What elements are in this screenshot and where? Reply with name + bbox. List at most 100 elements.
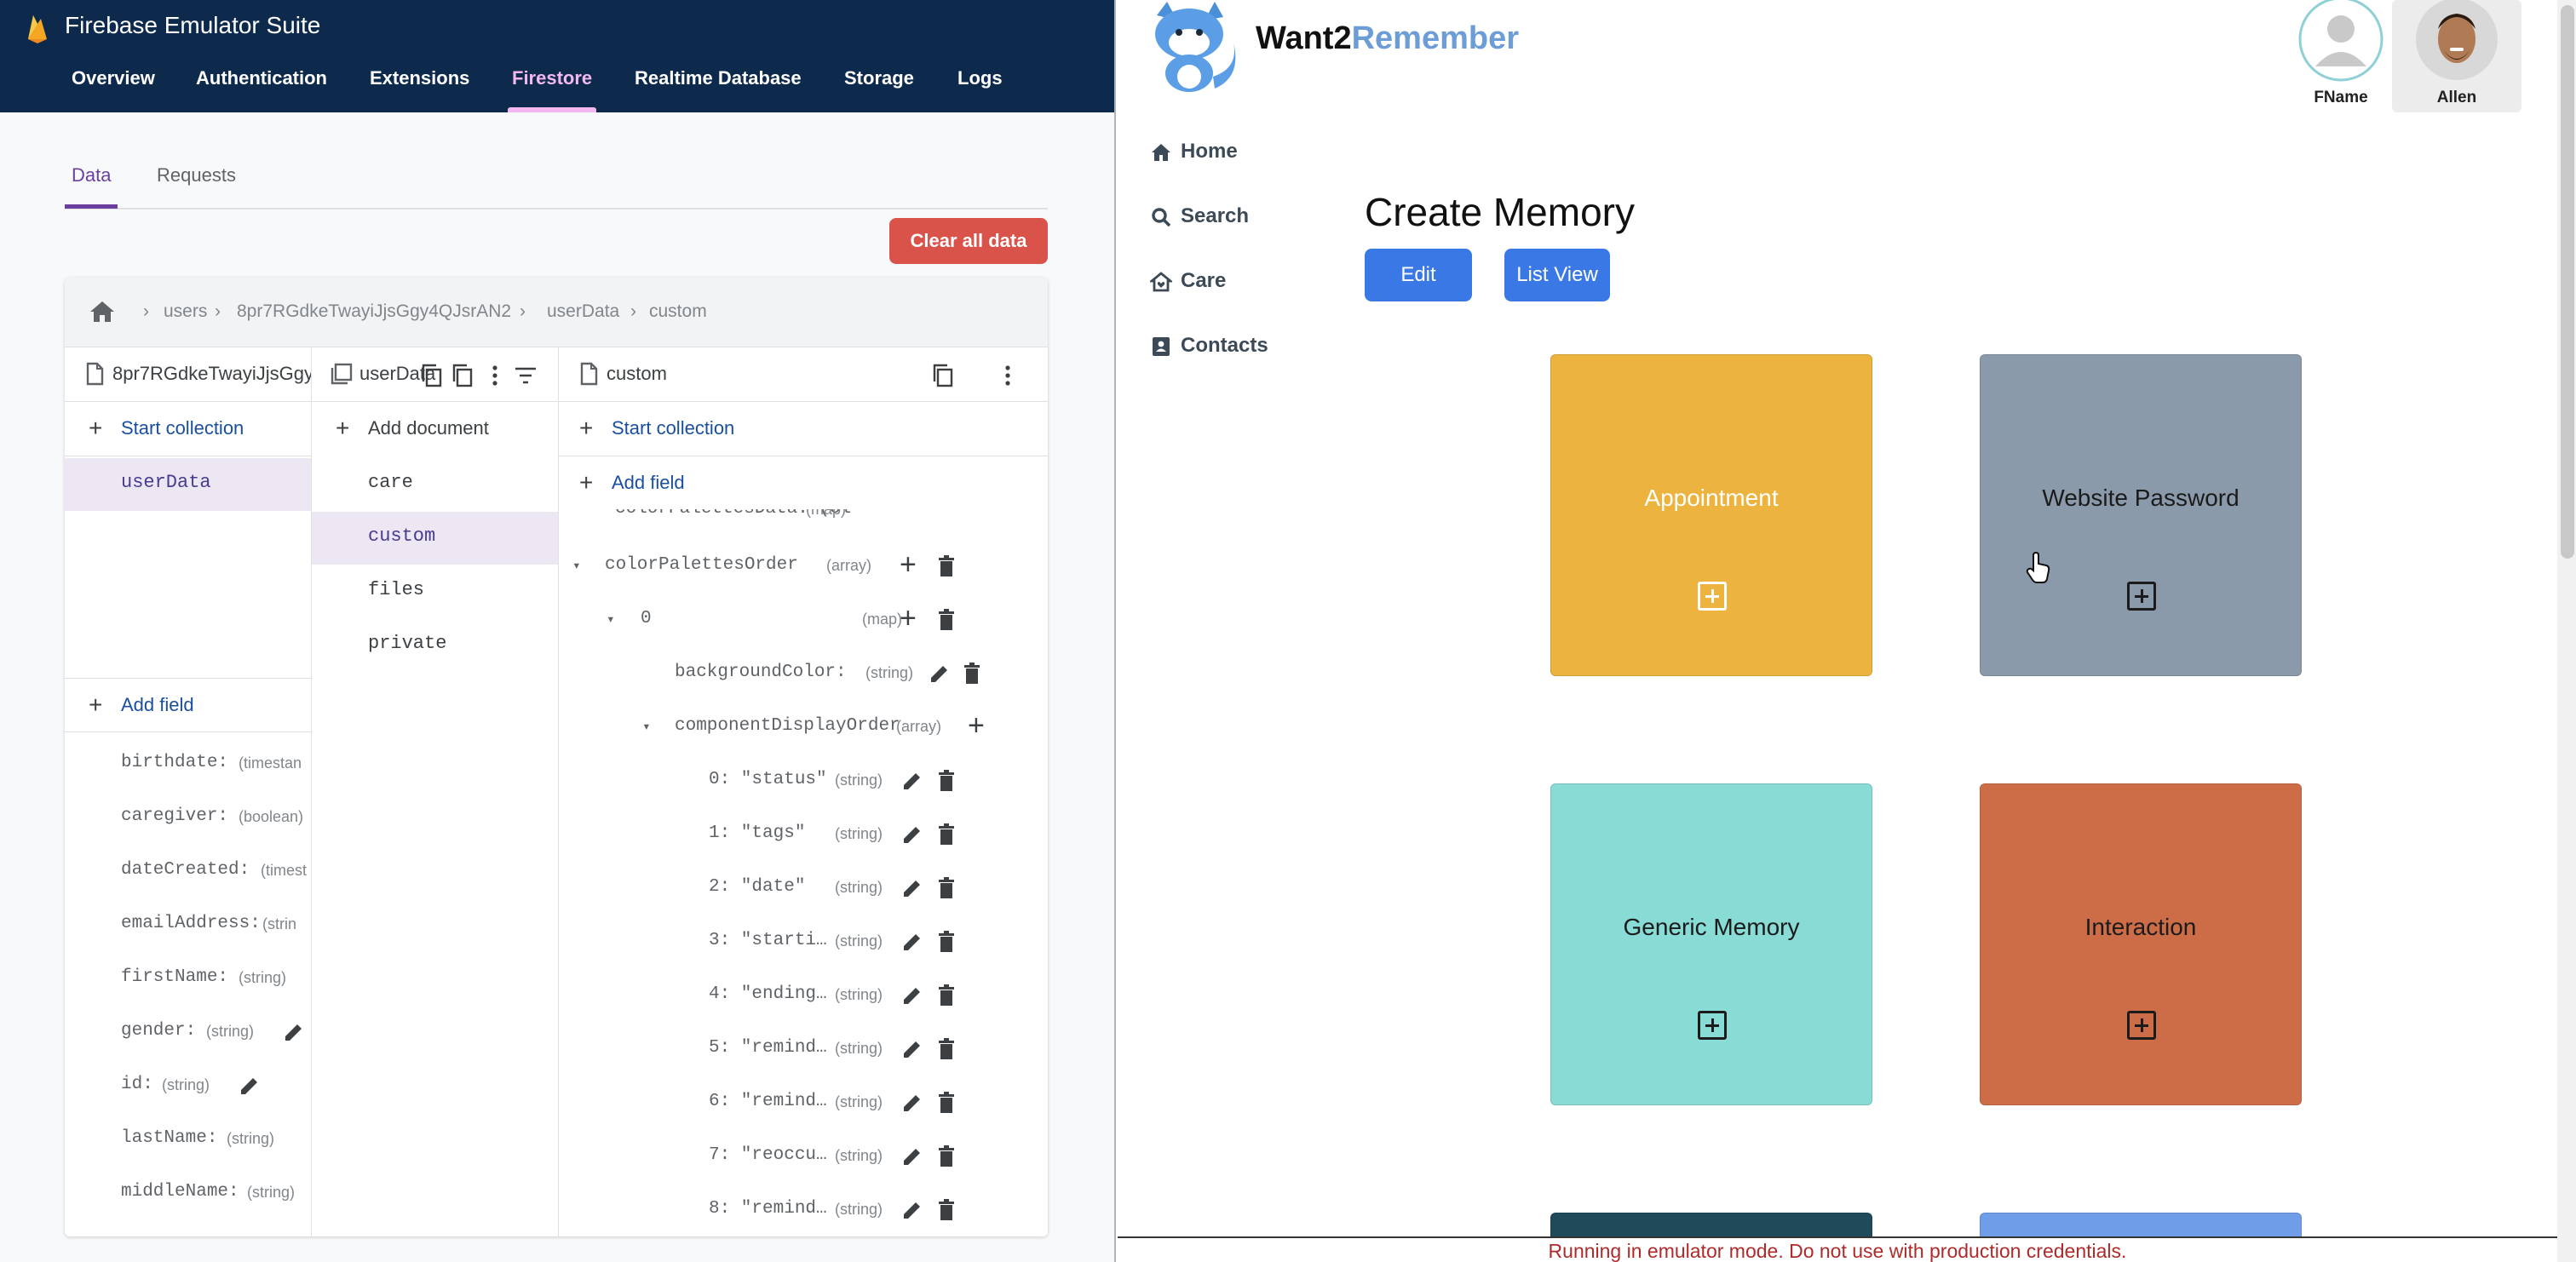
copy-icon[interactable]	[419, 363, 445, 388]
filter-icon[interactable]	[513, 363, 538, 388]
delete-icon[interactable]	[934, 554, 959, 579]
add-icon[interactable]: +	[900, 548, 917, 582]
delete-icon[interactable]	[959, 661, 985, 686]
field-row[interactable]: lastName: (string)	[65, 1113, 311, 1167]
field-row[interactable]: dateCreated: (timest	[65, 845, 311, 898]
field-row[interactable]: ▾ componentDisplayOrder (array) +	[559, 701, 1048, 754]
start-collection-button[interactable]: + Start collection	[65, 402, 311, 456]
edit-icon[interactable]	[900, 1090, 925, 1116]
edit-icon[interactable]	[900, 1144, 925, 1169]
brand-title[interactable]: Want2Remember	[1256, 20, 1519, 57]
breadcrumb-userdata[interactable]: userData	[547, 300, 619, 324]
field-row[interactable]: id: (string)	[65, 1059, 311, 1113]
breadcrumb-users[interactable]: users	[164, 300, 207, 324]
add-field-button[interactable]: + Add field	[65, 678, 311, 732]
delete-icon[interactable]	[934, 1197, 959, 1223]
scrollbar[interactable]	[2557, 0, 2576, 1262]
tab-requests[interactable]: Requests	[157, 163, 236, 187]
add-icon[interactable]: +	[968, 709, 985, 743]
field-row[interactable]: 6: "remind… (string)	[559, 1076, 1048, 1130]
delete-icon[interactable]	[934, 822, 959, 847]
list-item[interactable]: userData	[65, 458, 311, 511]
expand-caret-icon[interactable]: ▾	[572, 557, 581, 574]
field-row[interactable]: 3: "starti… (string)	[559, 915, 1048, 969]
delete-icon[interactable]	[934, 1036, 959, 1062]
list-item[interactable]: custom	[312, 512, 558, 565]
field-row[interactable]: 5: "remind… (string)	[559, 1023, 1048, 1076]
field-row[interactable]: firstName: (string)	[65, 952, 311, 1006]
user-allen[interactable]: Allen	[2392, 0, 2521, 112]
nav-firestore[interactable]: Firestore	[512, 66, 592, 90]
field-row[interactable]: middleName: (string)	[65, 1167, 311, 1220]
field-row[interactable]: ▾ 0 (map) +	[559, 594, 1048, 647]
breadcrumb-custom[interactable]: custom	[649, 300, 707, 324]
delete-icon[interactable]	[934, 875, 959, 901]
list-item[interactable]: private	[312, 619, 558, 672]
copy-icon[interactable]	[450, 363, 475, 388]
edit-button[interactable]: Edit	[1365, 249, 1472, 301]
list-view-button[interactable]: List View	[1504, 249, 1610, 301]
list-item[interactable]: files	[312, 565, 558, 618]
add-square-icon[interactable]	[1698, 1011, 1727, 1040]
delete-icon[interactable]	[934, 768, 959, 794]
delete-icon[interactable]	[934, 607, 959, 633]
more-vert-icon[interactable]	[482, 363, 508, 388]
expand-caret-icon[interactable]: ▾	[642, 718, 651, 735]
delete-icon[interactable]	[934, 1144, 959, 1169]
add-icon[interactable]: +	[900, 602, 917, 635]
edit-icon[interactable]	[927, 661, 952, 686]
edit-icon[interactable]	[900, 875, 925, 901]
delete-icon[interactable]	[934, 983, 959, 1008]
memory-card-appointment[interactable]: Appointment	[1550, 354, 1872, 676]
field-row[interactable]: gender: (string)	[65, 1006, 311, 1059]
nav-overview[interactable]: Overview	[72, 66, 155, 90]
add-field-button[interactable]: + Add field	[559, 456, 1048, 509]
user-fname[interactable]: FName	[2276, 0, 2406, 112]
nav-logs[interactable]: Logs	[957, 66, 1003, 90]
more-vert-icon[interactable]	[995, 363, 1021, 388]
field-row[interactable]: ▾ colorPalettesOrder (array) +	[559, 540, 1048, 594]
delete-icon[interactable]	[934, 1090, 959, 1116]
scrollbar-thumb[interactable]	[2561, 5, 2574, 559]
field-row[interactable]: backgroundColor: (string)	[559, 647, 1048, 701]
field-row[interactable]: 1: "tags" (string)	[559, 808, 1048, 862]
expand-caret-icon[interactable]: ▾	[607, 611, 615, 628]
field-row[interactable]: 2: "date" (string)	[559, 862, 1048, 915]
nav-storage[interactable]: Storage	[844, 66, 914, 90]
field-type: (string)	[835, 1201, 883, 1218]
copy-icon[interactable]	[930, 363, 956, 388]
edit-icon[interactable]	[900, 768, 925, 794]
edit-icon[interactable]	[900, 983, 925, 1008]
field-row[interactable]: 8: "remind… (string)	[559, 1184, 1048, 1236]
field-row[interactable]: caregiver: (boolean)	[65, 791, 311, 845]
memory-card-website-password[interactable]: Website Password	[1980, 354, 2302, 676]
list-item[interactable]: care	[312, 458, 558, 511]
home-icon[interactable]	[87, 296, 118, 327]
start-collection-button[interactable]: + Start collection	[559, 402, 1048, 456]
nav-realtime-database[interactable]: Realtime Database	[635, 66, 802, 90]
memory-card-interaction[interactable]: Interaction	[1980, 783, 2302, 1105]
add-document-button[interactable]: + Add document	[312, 402, 558, 456]
nav-extensions[interactable]: Extensions	[370, 66, 469, 90]
breadcrumb-document[interactable]: 8pr7RGdkeTwayiJjsGgy4QJsrAN2	[237, 300, 511, 324]
edit-icon[interactable]	[900, 929, 925, 955]
field-row[interactable]: colorPalettesData: (ol (map)	[559, 509, 1048, 530]
memory-card-generic-memory[interactable]: Generic Memory	[1550, 783, 1872, 1105]
field-row[interactable]: 7: "reoccu… (string)	[559, 1130, 1048, 1184]
add-square-icon[interactable]	[1698, 582, 1727, 611]
delete-icon[interactable]	[934, 929, 959, 955]
field-row[interactable]: 4: "ending… (string)	[559, 969, 1048, 1023]
add-square-icon[interactable]	[2127, 582, 2156, 611]
edit-icon[interactable]	[281, 1019, 307, 1045]
tab-data[interactable]: Data	[72, 163, 111, 187]
clear-all-data-button[interactable]: Clear all data	[889, 218, 1048, 264]
edit-icon[interactable]	[900, 1036, 925, 1062]
field-row[interactable]: birthdate: (timestan	[65, 737, 311, 791]
edit-icon[interactable]	[900, 1197, 925, 1223]
field-row[interactable]: 0: "status" (string)	[559, 754, 1048, 808]
nav-authentication[interactable]: Authentication	[196, 66, 327, 90]
edit-icon[interactable]	[900, 822, 925, 847]
field-row[interactable]: emailAddress: (strin	[65, 898, 311, 952]
edit-icon[interactable]	[237, 1073, 262, 1099]
add-square-icon[interactable]	[2127, 1011, 2156, 1040]
